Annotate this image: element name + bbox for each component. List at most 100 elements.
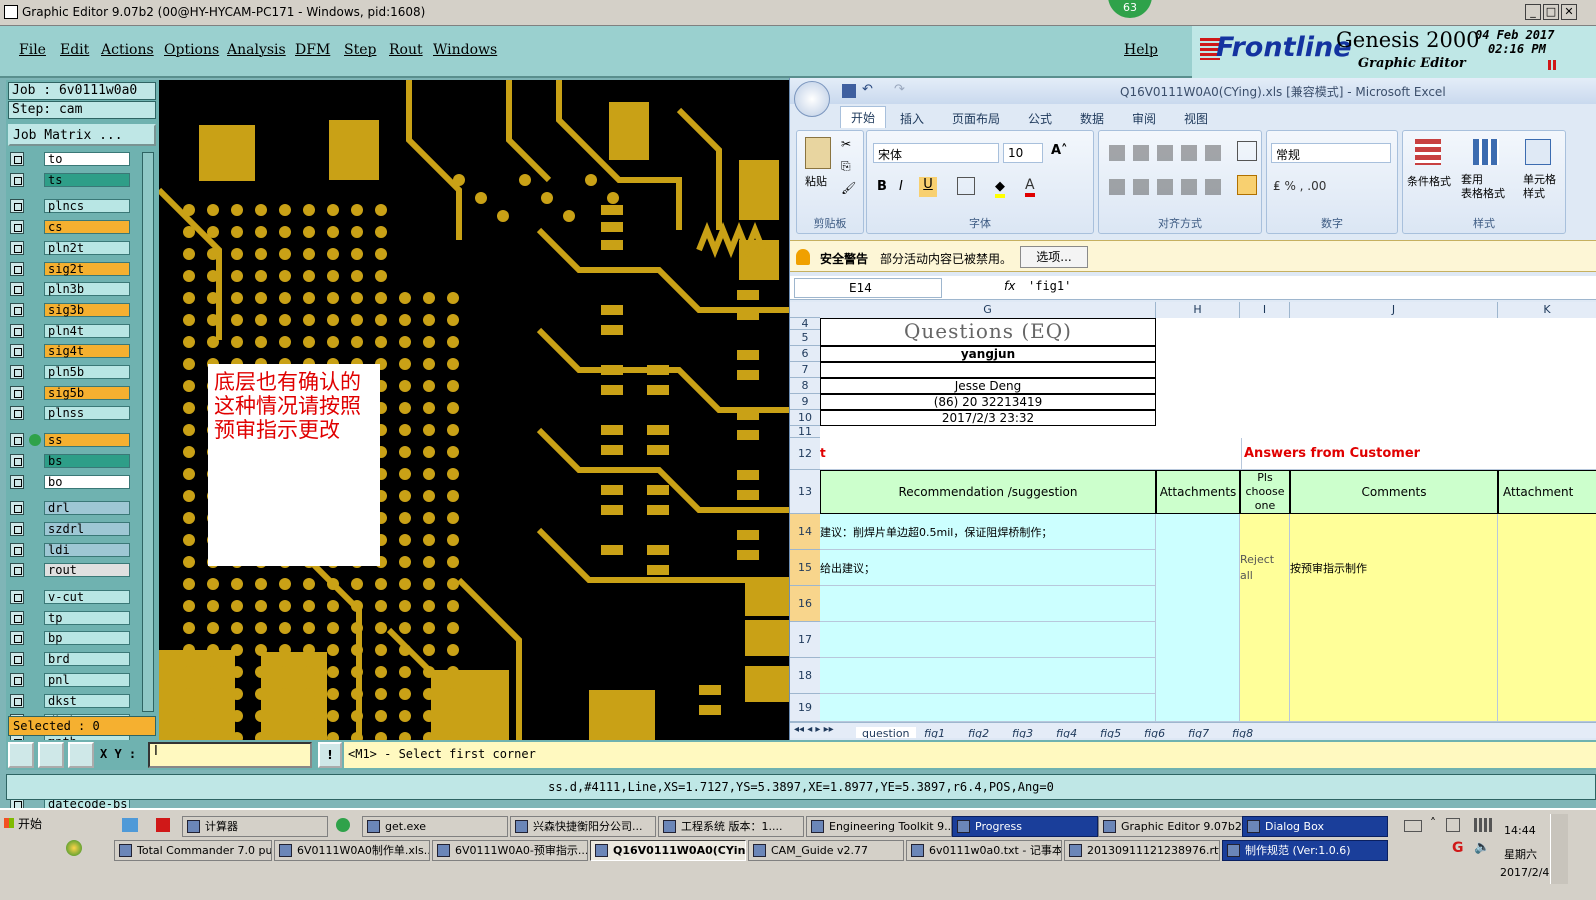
menu-edit[interactable]: Edit	[60, 42, 89, 58]
network-icon[interactable]	[1474, 818, 1492, 832]
taskbar-button[interactable]: Q16V0111W0A0(CYin...	[590, 840, 746, 861]
cell-i15-reject[interactable]: Reject all	[1240, 514, 1290, 722]
layer-name[interactable]: plncs	[44, 199, 130, 214]
taskbar-button[interactable]: Graphic Editor 9.07b2 ...	[1098, 816, 1244, 837]
border-icon[interactable]	[957, 177, 975, 195]
layer-checkbox[interactable]	[10, 152, 24, 166]
font-size-select[interactable]: 10	[1003, 143, 1043, 163]
layer-checkbox[interactable]	[10, 672, 24, 687]
taskbar-button[interactable]: 兴森快捷衡阳分公司...	[510, 816, 656, 837]
layer-checkbox[interactable]	[10, 172, 24, 187]
job-matrix-button[interactable]: Job Matrix ...	[8, 124, 156, 146]
col-header-g[interactable]: G	[820, 302, 1156, 318]
layer-row-pln5b[interactable]: pln5b	[10, 365, 134, 380]
layer-checkbox[interactable]	[10, 344, 24, 359]
tab-home[interactable]: 开始	[840, 106, 887, 128]
format-table-icon[interactable]	[1473, 139, 1499, 165]
layer-checkbox[interactable]	[10, 240, 24, 255]
cell-k14-19[interactable]	[1498, 514, 1596, 722]
font-color-icon[interactable]: A	[1025, 177, 1035, 197]
tab-view[interactable]: 视图	[1184, 110, 1208, 127]
conditional-format-icon[interactable]	[1415, 139, 1441, 165]
layer-row-bo[interactable]: bo	[10, 474, 134, 490]
layer-row-plncs[interactable]: plncs	[10, 199, 134, 214]
clock-weekday[interactable]: 星期六	[1504, 846, 1537, 862]
col-header-k[interactable]: K	[1498, 302, 1596, 318]
header-attachments[interactable]: Attachments	[1156, 470, 1240, 514]
sheet-nav-arrows[interactable]: ◂◂ ◂ ▸ ▸▸	[794, 724, 834, 735]
layer-row-tp[interactable]: tp	[10, 610, 134, 626]
taskbar-button[interactable]: Progress	[952, 816, 1098, 837]
tray-device-icon[interactable]	[1446, 818, 1460, 832]
layer-name[interactable]: rout	[44, 563, 130, 578]
save-icon[interactable]	[842, 84, 856, 98]
taskbar-button[interactable]: Dialog Box	[1242, 816, 1388, 837]
cell-g16[interactable]	[820, 586, 1156, 622]
layer-name[interactable]: pln5b	[44, 365, 130, 379]
layer-row-bs[interactable]: bs	[10, 453, 134, 469]
layer-checkbox[interactable]	[10, 652, 24, 667]
cell-datetime[interactable]: 2017/2/3 23:32	[820, 410, 1156, 426]
header-recommendation[interactable]: Recommendation /suggestion	[820, 470, 1156, 514]
taskbar-button[interactable]: 计算器	[182, 816, 328, 837]
layer-checkbox[interactable]	[10, 501, 24, 516]
taskbar-button[interactable]: get.exe	[362, 816, 508, 837]
sheet-grid[interactable]: G H I J K 4 5 6 7 8 9 10 11 12 13 14 15 16 17 18 19 Que…	[790, 302, 1596, 722]
row-header[interactable]: 19	[790, 694, 820, 722]
layer-row-cs[interactable]: cs	[10, 220, 134, 235]
cell-styles-label[interactable]: 单元格 样式	[1523, 173, 1556, 201]
number-format-icons[interactable]: ₤ % , .00	[1273, 179, 1326, 193]
taskbar-button[interactable]: 6V0111W0A0-预审指示...	[432, 840, 588, 861]
cell-styles-icon[interactable]	[1525, 139, 1551, 165]
quicklaunch-ie-icon[interactable]	[336, 818, 350, 832]
layer-row-plnss[interactable]: plnss	[10, 406, 134, 421]
format-table-label[interactable]: 套用 表格格式	[1461, 173, 1505, 201]
layer-name[interactable]: plnss	[44, 406, 130, 421]
tab-page-layout[interactable]: 页面布局	[952, 110, 1000, 127]
cut-icon[interactable]: ✂	[841, 137, 851, 151]
copy-icon[interactable]: ⎘	[841, 159, 851, 174]
underline-button[interactable]: U	[919, 177, 937, 197]
layer-row-brd[interactable]: brd	[10, 652, 134, 667]
col-header-j[interactable]: J	[1290, 302, 1498, 318]
layer-row-szdrl[interactable]: szdrl	[10, 521, 134, 537]
grow-font-icon[interactable]: A˄	[1051, 143, 1068, 158]
taskbar-button[interactable]: Engineering Toolkit 9....	[806, 816, 952, 837]
paste-icon[interactable]	[805, 137, 831, 169]
quicklaunch-network-icon[interactable]	[122, 818, 138, 832]
layer-checkbox[interactable]	[10, 542, 24, 557]
layer-checkbox[interactable]	[10, 385, 24, 400]
conditional-format-label[interactable]: 条件格式	[1407, 173, 1451, 189]
undo-icon[interactable]: ↶	[862, 82, 873, 97]
layer-row-sig3b[interactable]: sig3b	[10, 302, 134, 318]
menu-rout[interactable]: Rout	[389, 42, 423, 58]
row-header[interactable]: 5	[790, 330, 820, 346]
pause-icon[interactable]	[1548, 60, 1556, 70]
cell-g18[interactable]	[820, 658, 1156, 694]
cell-g14[interactable]: 建议：削焊片单边超0.5mil，保证阻焊桥制作；	[820, 514, 1156, 550]
row-header[interactable]: 10	[790, 410, 820, 426]
taskbar-button[interactable]: 制作规范 (Ver:1.0.6)	[1222, 840, 1388, 861]
layer-checkbox[interactable]	[10, 261, 24, 276]
cell-questions-title[interactable]: Questions (EQ)	[820, 318, 1156, 346]
clock-date[interactable]: 2017/2/4	[1500, 866, 1549, 879]
paste-label[interactable]: 粘贴	[805, 173, 827, 189]
layer-checkbox[interactable]	[10, 365, 24, 379]
row-header[interactable]: 4	[790, 318, 820, 330]
security-options-button[interactable]: 选项...	[1020, 246, 1088, 268]
taskbar-button[interactable]: 6v0111w0a0.txt - 记事本	[906, 840, 1062, 861]
row-header[interactable]: 16	[790, 586, 820, 622]
layer-checkbox[interactable]	[10, 610, 24, 625]
fill-color-icon[interactable]: ◆	[995, 179, 1005, 198]
layer-checkbox[interactable]	[10, 220, 24, 235]
cell-g19[interactable]	[820, 694, 1156, 722]
layer-name[interactable]: sig5b	[44, 385, 130, 400]
tab-formulas[interactable]: 公式	[1028, 110, 1052, 127]
layer-name[interactable]: sig2t	[44, 261, 130, 276]
layer-row-pln2t[interactable]: pln2t	[10, 240, 134, 256]
clock-time[interactable]: 14:44	[1504, 824, 1536, 837]
menu-help[interactable]: Help	[1124, 42, 1158, 58]
quicklaunch-pdf-icon[interactable]	[156, 818, 170, 832]
layer-name[interactable]: to	[44, 152, 130, 166]
layer-row-drl[interactable]: drl	[10, 501, 134, 516]
